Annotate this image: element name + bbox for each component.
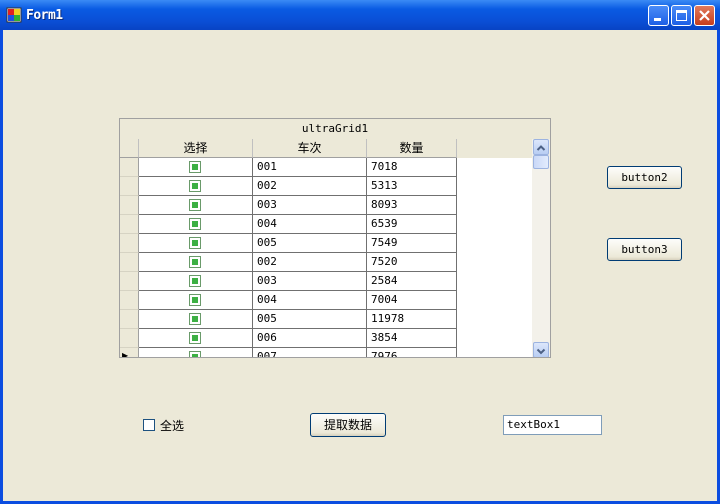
grid-caption: ultraGrid1: [120, 119, 550, 140]
button2[interactable]: button2: [607, 166, 682, 189]
current-row-marker-icon: ▶: [122, 351, 129, 358]
row-selector[interactable]: [120, 158, 139, 177]
quantity-cell[interactable]: 7018: [367, 158, 457, 177]
table-row[interactable]: ▶ 007 7976: [120, 348, 458, 358]
table-row[interactable]: 002 7520: [120, 253, 458, 272]
maximize-icon: [676, 10, 687, 21]
row-checkbox[interactable]: [189, 161, 201, 173]
row-checkbox[interactable]: [189, 275, 201, 287]
row-selector[interactable]: [120, 310, 139, 329]
table-row[interactable]: 005 7549: [120, 234, 458, 253]
select-cell[interactable]: [139, 291, 253, 310]
select-cell[interactable]: [139, 310, 253, 329]
row-selector[interactable]: [120, 177, 139, 196]
title-bar[interactable]: Form1: [0, 0, 720, 30]
column-header-car[interactable]: 车次: [253, 139, 367, 158]
quantity-cell[interactable]: 8093: [367, 196, 457, 215]
row-selector[interactable]: [120, 215, 139, 234]
car-cell[interactable]: 002: [253, 253, 367, 272]
car-cell[interactable]: 003: [253, 196, 367, 215]
scroll-up-button[interactable]: [533, 139, 549, 155]
row-checkbox[interactable]: [189, 199, 201, 211]
row-checkbox[interactable]: [189, 294, 201, 306]
app-icon: [6, 7, 22, 23]
row-checkbox[interactable]: [189, 237, 201, 249]
scroll-thumb[interactable]: [533, 155, 549, 169]
row-checkbox[interactable]: [189, 313, 201, 325]
car-cell[interactable]: 004: [253, 291, 367, 310]
car-cell[interactable]: 003: [253, 272, 367, 291]
row-checkbox[interactable]: [189, 218, 201, 230]
car-cell[interactable]: 007: [253, 348, 367, 357]
fetch-data-button[interactable]: 提取数据: [310, 413, 386, 437]
quantity-cell[interactable]: 3854: [367, 329, 457, 348]
select-cell[interactable]: [139, 253, 253, 272]
car-cell[interactable]: 005: [253, 234, 367, 253]
close-button[interactable]: [694, 5, 715, 26]
window-title: Form1: [26, 8, 63, 23]
quantity-cell[interactable]: 7520: [367, 253, 457, 272]
car-cell[interactable]: 005: [253, 310, 367, 329]
row-selector[interactable]: [120, 329, 139, 348]
row-selector[interactable]: ▶: [120, 348, 139, 358]
column-header-quantity[interactable]: 数量: [367, 139, 457, 158]
select-cell[interactable]: [139, 329, 253, 348]
button3[interactable]: button3: [607, 238, 682, 261]
car-cell[interactable]: 002: [253, 177, 367, 196]
quantity-cell[interactable]: 2584: [367, 272, 457, 291]
table-row[interactable]: 003 8093: [120, 196, 458, 215]
row-selector[interactable]: [120, 291, 139, 310]
close-icon: [699, 10, 710, 21]
row-checkbox[interactable]: [189, 351, 201, 357]
car-cell[interactable]: 004: [253, 215, 367, 234]
select-cell[interactable]: [139, 158, 253, 177]
textbox1[interactable]: textBox1: [503, 415, 602, 435]
row-selector[interactable]: [120, 253, 139, 272]
scroll-down-button[interactable]: [533, 342, 549, 357]
select-all-checkbox[interactable]: [143, 419, 155, 431]
maximize-button[interactable]: [671, 5, 692, 26]
ultra-grid[interactable]: ultraGrid1 选择 车次 数量 001 7018 002 5313 003 809…: [119, 118, 551, 358]
table-row[interactable]: 002 5313: [120, 177, 458, 196]
select-cell[interactable]: [139, 272, 253, 291]
quantity-cell[interactable]: 7549: [367, 234, 457, 253]
select-cell[interactable]: [139, 196, 253, 215]
quantity-cell[interactable]: 7976: [367, 348, 457, 357]
quantity-cell[interactable]: 11978: [367, 310, 457, 329]
select-all-label[interactable]: 全选: [160, 417, 184, 434]
column-header-select[interactable]: 选择: [139, 139, 253, 158]
vertical-scrollbar[interactable]: [532, 139, 550, 357]
select-cell[interactable]: [139, 348, 253, 357]
quantity-cell[interactable]: 6539: [367, 215, 457, 234]
select-cell[interactable]: [139, 177, 253, 196]
table-row[interactable]: 004 7004: [120, 291, 458, 310]
main-window: Form1 ultraGrid1 选择 车次 数量 001 7018 002 5313…: [0, 0, 720, 504]
table-row[interactable]: 006 3854: [120, 329, 458, 348]
table-row[interactable]: 005 11978: [120, 310, 458, 329]
row-checkbox[interactable]: [189, 332, 201, 344]
table-row[interactable]: 001 7018: [120, 158, 458, 177]
grid-rows: 001 7018 002 5313 003 8093 004 6539 005 7549 002 75…: [120, 158, 458, 358]
row-checkbox[interactable]: [189, 180, 201, 192]
table-row[interactable]: 003 2584: [120, 272, 458, 291]
car-cell[interactable]: 006: [253, 329, 367, 348]
minimize-button[interactable]: [648, 5, 669, 26]
row-checkbox[interactable]: [189, 256, 201, 268]
minimize-icon: [654, 18, 661, 21]
select-cell[interactable]: [139, 215, 253, 234]
select-cell[interactable]: [139, 234, 253, 253]
quantity-cell[interactable]: 5313: [367, 177, 457, 196]
chevron-down-icon: [536, 348, 546, 355]
car-cell[interactable]: 001: [253, 158, 367, 177]
table-row[interactable]: 004 6539: [120, 215, 458, 234]
row-selector[interactable]: [120, 234, 139, 253]
row-selector-header: [120, 139, 139, 158]
chevron-up-icon: [536, 145, 546, 151]
row-selector[interactable]: [120, 196, 139, 215]
quantity-cell[interactable]: 7004: [367, 291, 457, 310]
row-selector[interactable]: [120, 272, 139, 291]
